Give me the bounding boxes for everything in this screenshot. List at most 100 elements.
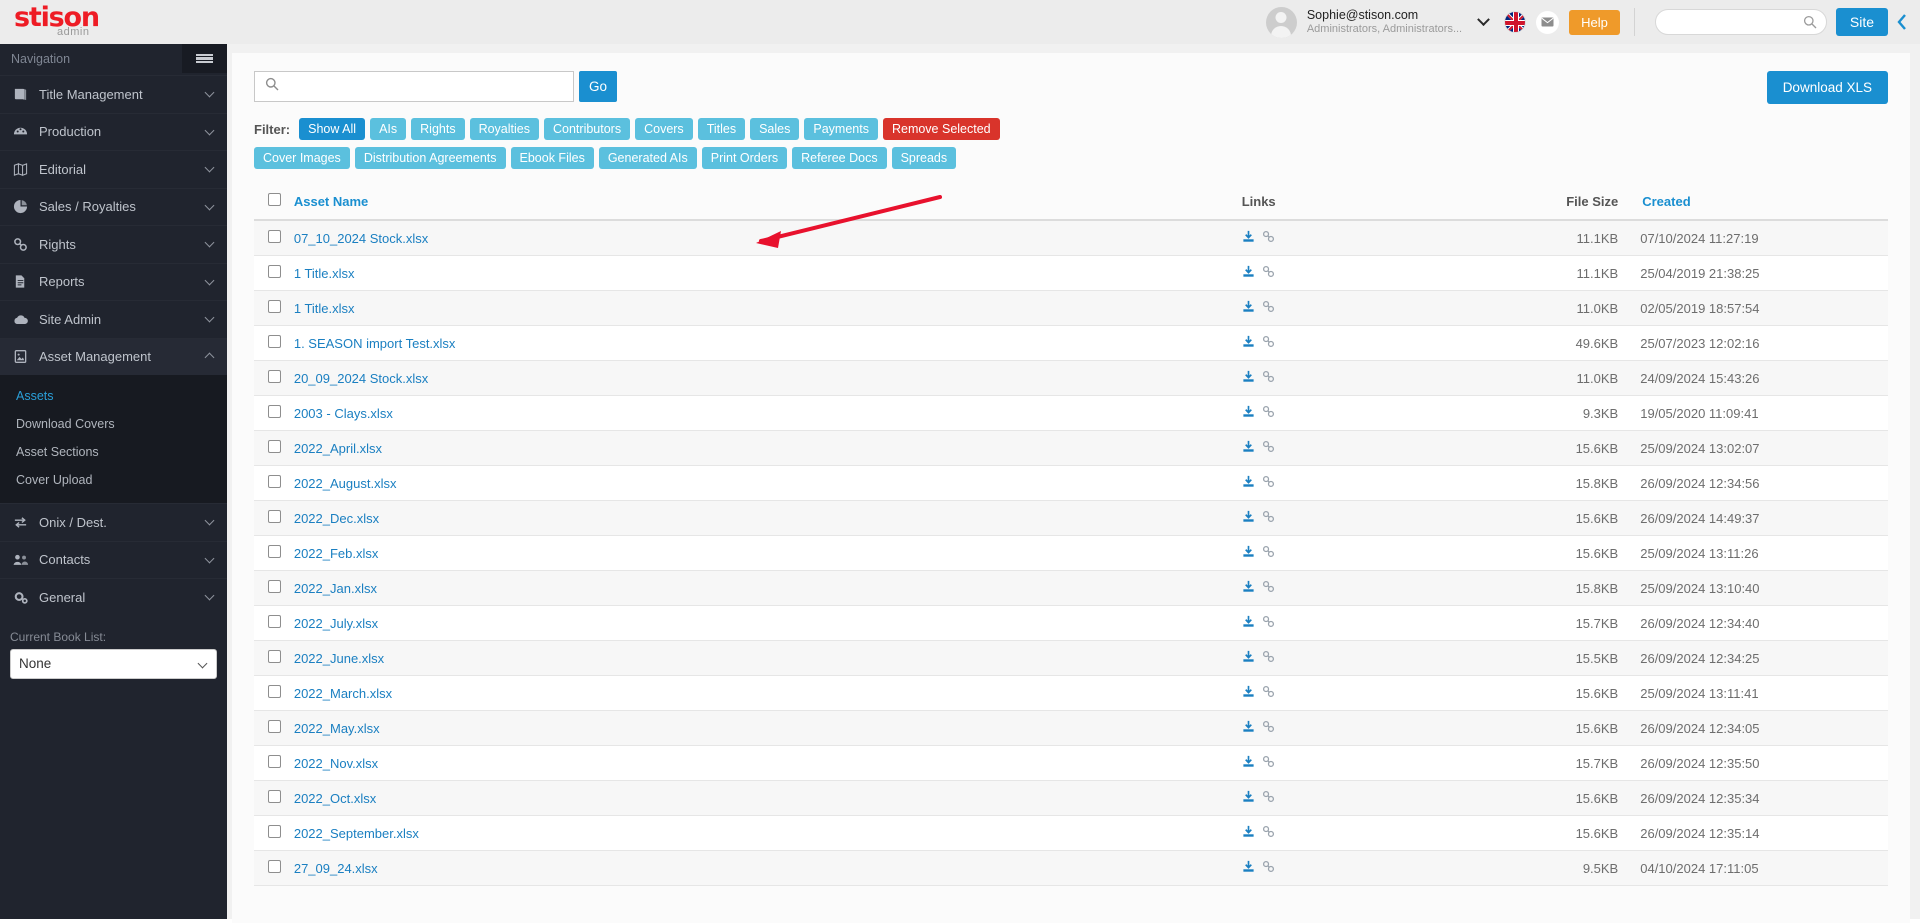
download-icon[interactable] — [1242, 650, 1255, 666]
asset-name-link[interactable]: 2022_Jan.xlsx — [294, 581, 377, 596]
row-checkbox[interactable] — [268, 405, 281, 418]
site-button[interactable]: Site — [1835, 8, 1888, 36]
filter-button-show-all[interactable]: Show All — [299, 118, 366, 140]
sidebar-item-sales-royalties[interactable]: Sales / Royalties — [0, 187, 227, 226]
row-checkbox[interactable] — [268, 300, 281, 313]
filter-button-ebook-files[interactable]: Ebook Files — [510, 147, 594, 169]
download-icon[interactable] — [1242, 615, 1255, 631]
table-row[interactable]: 2022_May.xlsx 15.6KB 26/09/2024 12:34:05 — [254, 710, 1888, 746]
link-chain-icon[interactable] — [1262, 405, 1275, 421]
row-checkbox[interactable] — [268, 615, 281, 628]
download-icon[interactable] — [1242, 370, 1255, 386]
filter-button-covers[interactable]: Covers — [635, 118, 693, 140]
table-row[interactable]: 2022_March.xlsx 15.6KB 25/09/2024 13:11:41 — [254, 675, 1888, 711]
brand-logo[interactable]: stison admin — [0, 0, 235, 44]
uk-flag-icon[interactable] — [1504, 11, 1527, 33]
table-row[interactable]: 2022_August.xlsx 15.8KB 26/09/2024 12:34:5… — [254, 465, 1888, 501]
user-menu-toggle[interactable] — [1462, 0, 1504, 44]
collapse-panel-toggle[interactable] — [1896, 13, 1908, 31]
asset-name-link[interactable]: 2022_Oct.xlsx — [294, 791, 376, 806]
row-checkbox[interactable] — [268, 580, 281, 593]
asset-search-input[interactable] — [279, 79, 559, 94]
download-icon[interactable] — [1242, 685, 1255, 701]
row-checkbox[interactable] — [268, 475, 281, 488]
download-icon[interactable] — [1242, 755, 1255, 771]
sidebar-item-general[interactable]: General — [0, 578, 227, 616]
filter-button-distribution-agreements[interactable]: Distribution Agreements — [354, 147, 506, 169]
row-checkbox[interactable] — [268, 755, 281, 768]
help-button[interactable]: Help — [1569, 9, 1620, 35]
asset-name-link[interactable]: 2022_July.xlsx — [294, 616, 378, 631]
download-icon[interactable] — [1242, 580, 1255, 596]
global-search-input[interactable] — [1655, 10, 1798, 34]
row-checkbox[interactable] — [268, 720, 281, 733]
column-header-asset-name[interactable]: Asset Name — [293, 187, 1242, 221]
row-checkbox[interactable] — [268, 825, 281, 838]
row-checkbox[interactable] — [268, 440, 281, 453]
link-chain-icon[interactable] — [1262, 300, 1275, 316]
asset-name-link[interactable]: 2022_Nov.xlsx — [294, 756, 378, 771]
asset-name-link[interactable]: 1 Title.xlsx — [294, 301, 355, 316]
filter-button-payments[interactable]: Payments — [804, 118, 878, 140]
sidebar-toggle-button[interactable] — [182, 44, 227, 73]
sidebar-item-asset-sections[interactable]: Asset Sections — [0, 438, 227, 466]
download-icon[interactable] — [1242, 545, 1255, 561]
table-row[interactable]: 07_10_2024 Stock.xlsx 11.1KB 07/10/2024 11… — [254, 220, 1888, 256]
table-row[interactable]: 1 Title.xlsx 11.0KB 02/05/2019 18:57:54 — [254, 290, 1888, 326]
row-checkbox[interactable] — [268, 860, 281, 873]
filter-button-generated-ais[interactable]: Generated AIs — [598, 147, 697, 169]
download-icon[interactable] — [1242, 510, 1255, 526]
table-row[interactable]: 2022_Feb.xlsx 15.6KB 25/09/2024 13:11:26 — [254, 535, 1888, 571]
link-chain-icon[interactable] — [1262, 580, 1275, 596]
link-chain-icon[interactable] — [1262, 615, 1275, 631]
table-row[interactable]: 2022_July.xlsx 15.7KB 26/09/2024 12:34:40 — [254, 605, 1888, 641]
sidebar-item-cover-upload[interactable]: Cover Upload — [0, 466, 227, 494]
remove-selected-button[interactable]: Remove Selected — [882, 118, 1000, 140]
asset-name-link[interactable]: 1 Title.xlsx — [294, 266, 355, 281]
download-icon[interactable] — [1242, 440, 1255, 456]
asset-name-link[interactable]: 27_09_24.xlsx — [294, 861, 378, 876]
row-checkbox[interactable] — [268, 370, 281, 383]
sidebar-item-asset-management[interactable]: Asset Management — [0, 337, 227, 375]
filter-button-contributors[interactable]: Contributors — [544, 118, 631, 140]
download-icon[interactable] — [1242, 790, 1255, 806]
asset-name-link[interactable]: 2022_April.xlsx — [294, 441, 382, 456]
link-chain-icon[interactable] — [1262, 475, 1275, 491]
filter-button-sales[interactable]: Sales — [750, 118, 800, 140]
table-row[interactable]: 20_09_2024 Stock.xlsx 11.0KB 24/09/2024 15… — [254, 360, 1888, 396]
download-icon[interactable] — [1242, 475, 1255, 491]
row-checkbox[interactable] — [268, 685, 281, 698]
download-icon[interactable] — [1242, 720, 1255, 736]
table-row[interactable]: 1. SEASON import Test.xlsx 49.6KB 25/07/20… — [254, 325, 1888, 361]
table-row[interactable]: 2003 - Clays.xlsx 9.3KB 19/05/2020 11:09:4… — [254, 395, 1888, 431]
asset-name-link[interactable]: 2022_Feb.xlsx — [294, 546, 379, 561]
user-block[interactable]: Sophie@stison.com Administrators, Admini… — [1265, 0, 1462, 44]
download-icon[interactable] — [1242, 230, 1255, 246]
asset-name-link[interactable]: 2022_September.xlsx — [294, 826, 419, 841]
table-row[interactable]: 1 Title.xlsx 11.1KB 25/04/2019 21:38:25 — [254, 255, 1888, 291]
envelope-icon[interactable] — [1536, 10, 1560, 34]
asset-name-link[interactable]: 2022_Dec.xlsx — [294, 511, 379, 526]
download-xls-button[interactable]: Download XLS — [1766, 71, 1888, 104]
select-all-checkbox[interactable] — [268, 193, 281, 206]
sidebar-item-rights[interactable]: Rights — [0, 225, 227, 263]
link-chain-icon[interactable] — [1262, 720, 1275, 736]
filter-button-spreads[interactable]: Spreads — [891, 147, 957, 169]
row-checkbox[interactable] — [268, 335, 281, 348]
filter-button-referee-docs[interactable]: Referee Docs — [792, 147, 887, 169]
sidebar-item-assets[interactable]: Assets — [0, 382, 227, 410]
download-icon[interactable] — [1242, 300, 1255, 316]
link-chain-icon[interactable] — [1262, 825, 1275, 841]
asset-name-link[interactable]: 20_09_2024 Stock.xlsx — [294, 371, 428, 386]
filter-button-rights[interactable]: Rights — [411, 118, 465, 140]
asset-search-box[interactable] — [254, 71, 574, 102]
global-search[interactable] — [1654, 9, 1827, 35]
asset-name-link[interactable]: 2022_June.xlsx — [294, 651, 384, 666]
sidebar-item-onix-dest[interactable]: Onix / Dest. — [0, 503, 227, 541]
download-icon[interactable] — [1242, 265, 1255, 281]
link-chain-icon[interactable] — [1262, 230, 1275, 246]
go-button[interactable]: Go — [579, 71, 617, 102]
download-icon[interactable] — [1242, 405, 1255, 421]
asset-name-link[interactable]: 1. SEASON import Test.xlsx — [294, 336, 456, 351]
row-checkbox[interactable] — [268, 230, 281, 243]
